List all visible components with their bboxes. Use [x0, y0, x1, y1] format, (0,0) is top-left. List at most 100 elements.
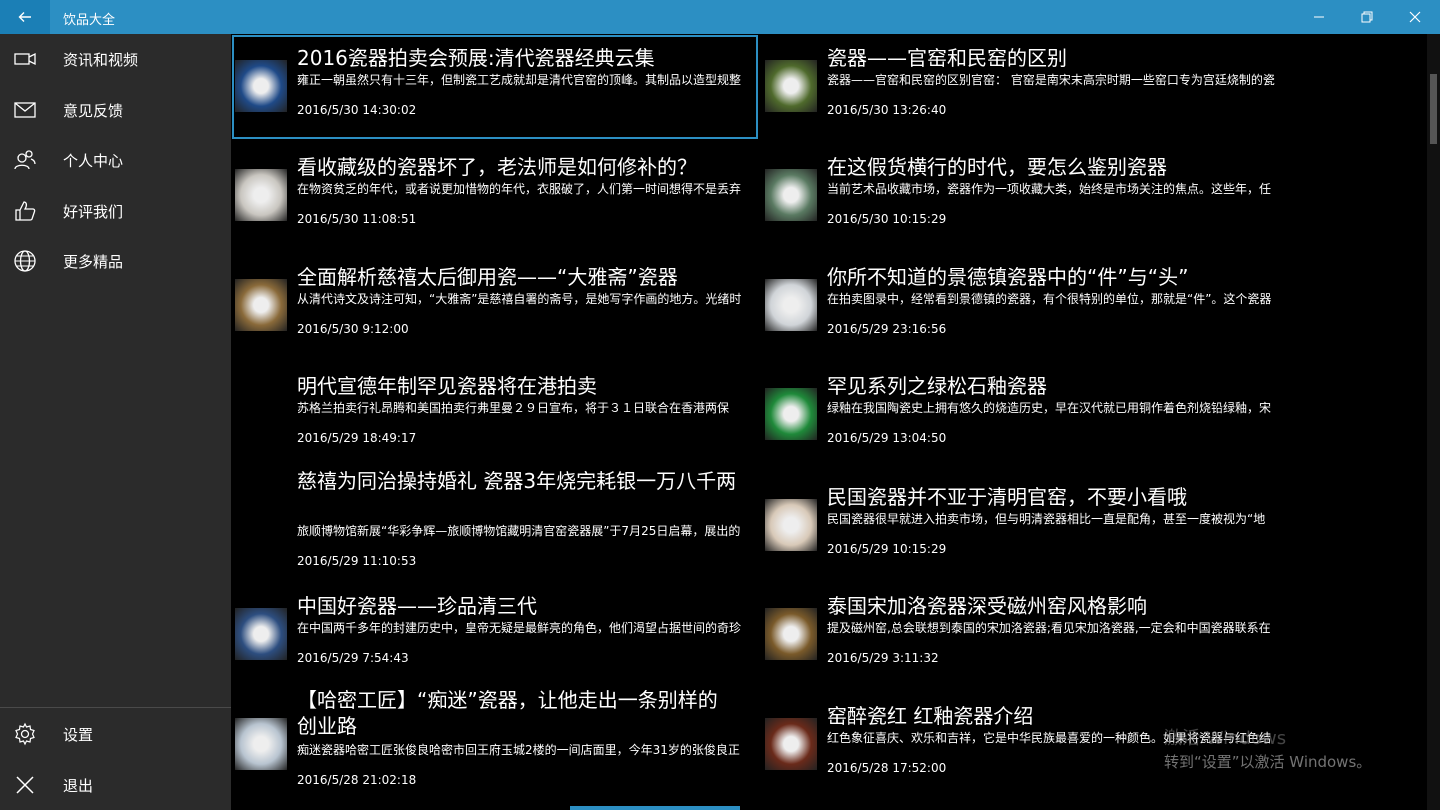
- article-date: 2016/5/29 11:10:53: [297, 554, 417, 568]
- article-date: 2016/5/30 9:12:00: [297, 322, 409, 336]
- globe-icon: [14, 250, 36, 272]
- article-date: 2016/5/29 10:15:29: [827, 542, 947, 556]
- article-thumbnail: [235, 279, 287, 331]
- article-date: 2016/5/28 17:52:00: [827, 761, 947, 775]
- article-title: 中国好瓷器——珍品清三代: [297, 594, 537, 618]
- activation-watermark: 激活 Windows: [1164, 728, 1287, 749]
- article-card[interactable]: 明代宣德年制罕见瓷器将在港拍卖 苏格兰拍卖行礼昂腾和美国拍卖行弗里曼２９日宣布，…: [232, 363, 758, 467]
- article-title: 看收藏级的瓷器坏了，老法师是如何修补的？: [297, 155, 697, 179]
- article-thumbnail: [235, 60, 287, 112]
- article-card[interactable]: 看收藏级的瓷器坏了，老法师是如何修补的？ 在物资贫乏的年代，或者说更加惜物的年代…: [232, 144, 758, 248]
- article-thumbnail: [765, 499, 817, 551]
- article-card[interactable]: 慈禧为同治操持婚礼 瓷器3年烧完耗银一万八千两 旅顺博物馆新展“华彩争辉—旅顺博…: [232, 465, 758, 578]
- sidebar-item-profile[interactable]: 个人中心: [0, 135, 231, 185]
- article-summary: 提及磁州窑,总会联想到泰国的宋加洛瓷器;看见宋加洛瓷器,一定会和中国瓷器联系在: [827, 621, 1271, 635]
- minimize-icon: [1314, 16, 1324, 18]
- article-date: 2016/5/30 14:30:02: [297, 103, 417, 117]
- vertical-scrollbar[interactable]: [1427, 34, 1440, 810]
- sidebar-item-label: 设置: [63, 725, 94, 744]
- back-button[interactable]: [0, 0, 50, 34]
- article-card[interactable]: 民国瓷器并不亚于清明官窑，不要小看哦 民国瓷器很早就进入拍卖市场，但与明清瓷器相…: [762, 474, 1288, 578]
- sidebar-item-label: 退出: [63, 776, 94, 795]
- sidebar-divider: [0, 707, 231, 708]
- video-camera-icon: [14, 52, 36, 66]
- article-title: 罕见系列之绿松石釉瓷器: [827, 374, 1047, 398]
- article-date: 2016/5/29 18:49:17: [297, 431, 417, 445]
- article-summary: 从清代诗文及诗注可知，“大雅斋”是慈禧自署的斋号，是她写字作画的地方。光绪时: [297, 292, 742, 306]
- article-thumbnail: [765, 388, 817, 440]
- article-thumbnail: [765, 608, 817, 660]
- article-date: 2016/5/29 13:04:50: [827, 431, 947, 445]
- article-card[interactable]: 泰国宋加洛瓷器深受磁州窑风格影响 提及磁州窑,总会联想到泰国的宋加洛瓷器;看见宋…: [762, 583, 1288, 687]
- article-summary: 旅顺博物馆新展“华彩争辉—旅顺博物馆藏明清官窑瓷器展”于7月25日启幕，展出的: [297, 524, 741, 538]
- article-card[interactable]: 瓷器——官窑和民窑的区别 瓷器——官窑和民窑的区别官窑： 官窑是南宋末高宗时期一…: [762, 35, 1288, 139]
- article-summary: 苏格兰拍卖行礼昂腾和美国拍卖行弗里曼２９日宣布，将于３１日联合在香港两保: [297, 401, 730, 415]
- article-card[interactable]: 你所不知道的景德镇瓷器中的“件”与“头” 在拍卖图录中，经常看到景德镇的瓷器，有…: [762, 254, 1288, 358]
- article-thumbnail: [765, 169, 817, 221]
- article-grid: 2016瓷器拍卖会预展:清代瓷器经典云集 雍正一朝虽然只有十三年，但制瓷工艺成就…: [231, 34, 1427, 810]
- sidebar: 资讯和视频 意见反馈 个人中心 好评我们 更多精品 设置 退出: [0, 34, 231, 810]
- article-date: 2016/5/28 21:02:18: [297, 773, 417, 787]
- article-date: 2016/5/29 23:16:56: [827, 322, 947, 336]
- close-window-button[interactable]: [1392, 0, 1438, 34]
- article-date: 2016/5/29 7:54:43: [297, 651, 409, 665]
- article-summary: 民国瓷器很早就进入拍卖市场，但与明清瓷器相比一直是配角，甚至一度被视为“地: [827, 512, 1266, 526]
- article-summary: 痴迷瓷器哈密工匠张俊良哈密市回王府玉城2楼的一间店面里，今年31岁的张俊良正: [297, 743, 740, 757]
- article-thumbnail: [235, 500, 287, 552]
- people-icon: [14, 150, 36, 170]
- close-icon: [1409, 11, 1421, 23]
- article-thumbnail: [765, 718, 817, 770]
- horizontal-scroll-indicator: [570, 806, 740, 810]
- arrow-left-icon: [18, 12, 31, 22]
- article-summary: 当前艺术品收藏市场，瓷器作为一项收藏大类，始终是市场关注的焦点。这些年，任: [827, 182, 1272, 196]
- article-thumbnail: [765, 60, 817, 112]
- article-card[interactable]: 【哈密工匠】“痴迷”瓷器，让他走出一条别样的创业路 痴迷瓷器哈密工匠张俊良哈密市…: [232, 684, 758, 800]
- title-bar: 饮品大全: [0, 0, 1440, 34]
- article-title: 在这假货横行的时代，要怎么鉴别瓷器: [827, 155, 1167, 179]
- article-thumbnail: [235, 169, 287, 221]
- article-summary: 在中国两千多年的封建历史中，皇帝无疑是最鲜亮的角色，他们渴望占据世间的奇珍: [297, 621, 742, 635]
- restore-button[interactable]: [1344, 0, 1390, 34]
- article-summary: 绿釉在我国陶瓷史上拥有悠久的烧造历史，早在汉代就已用铜作着色剂烧铅绿釉，宋: [827, 401, 1272, 415]
- article-thumbnail: [235, 608, 287, 660]
- activation-watermark-hint: 转到“设置”以激活 Windows。: [1164, 753, 1372, 771]
- sidebar-item-label: 好评我们: [63, 202, 124, 221]
- article-title: 明代宣德年制罕见瓷器将在港拍卖: [297, 374, 597, 398]
- article-card[interactable]: 2016瓷器拍卖会预展:清代瓷器经典云集 雍正一朝虽然只有十三年，但制瓷工艺成就…: [232, 35, 758, 139]
- sidebar-item-label: 意见反馈: [63, 101, 124, 120]
- restore-icon: [1361, 11, 1373, 23]
- article-summary: 雍正一朝虽然只有十三年，但制瓷工艺成就却是清代官窑的顶峰。其制品以造型规整: [297, 73, 742, 87]
- article-date: 2016/5/30 13:26:40: [827, 103, 947, 117]
- sidebar-item-exit[interactable]: 退出: [0, 760, 231, 810]
- article-card[interactable]: 中国好瓷器——珍品清三代 在中国两千多年的封建历史中，皇帝无疑是最鲜亮的角色，他…: [232, 583, 758, 687]
- article-card[interactable]: 罕见系列之绿松石釉瓷器 绿釉在我国陶瓷史上拥有悠久的烧造历史，早在汉代就已用铜作…: [762, 363, 1288, 467]
- article-thumbnail: [765, 279, 817, 331]
- article-date: 2016/5/29 3:11:32: [827, 651, 939, 665]
- close-icon: [16, 776, 34, 794]
- sidebar-item-news-video[interactable]: 资讯和视频: [0, 34, 231, 84]
- minimize-button[interactable]: [1296, 0, 1342, 34]
- article-title: 【哈密工匠】“痴迷”瓷器，让他走出一条别样的创业路: [297, 688, 718, 738]
- article-thumbnail: [235, 718, 287, 770]
- article-summary: 瓷器——官窑和民窑的区别官窑： 官窑是南宋末高宗时期一些窑口专为宫廷烧制的瓷: [827, 73, 1275, 87]
- sidebar-item-settings[interactable]: 设置: [0, 709, 231, 759]
- article-card[interactable]: 在这假货横行的时代，要怎么鉴别瓷器 当前艺术品收藏市场，瓷器作为一项收藏大类，始…: [762, 144, 1288, 248]
- gear-icon: [15, 722, 35, 746]
- app-title: 饮品大全: [63, 13, 116, 28]
- article-card[interactable]: 全面解析慈禧太后御用瓷——“大雅斋”瓷器 从清代诗文及诗注可知，“大雅斋”是慈禧…: [232, 254, 758, 358]
- article-title: 民国瓷器并不亚于清明官窑，不要小看哦: [827, 485, 1187, 509]
- sidebar-item-label: 更多精品: [63, 252, 124, 271]
- sidebar-item-more-apps[interactable]: 更多精品: [0, 236, 231, 286]
- mail-icon: [14, 102, 36, 118]
- article-summary: 在拍卖图录中，经常看到景德镇的瓷器，有个很特别的单位，那就是“件”。这个瓷器: [827, 292, 1272, 306]
- article-title: 瓷器——官窑和民窑的区别: [827, 46, 1067, 70]
- scrollbar-thumb[interactable]: [1430, 74, 1437, 144]
- article-title: 你所不知道的景德镇瓷器中的“件”与“头”: [827, 265, 1189, 289]
- sidebar-item-label: 资讯和视频: [63, 50, 139, 69]
- sidebar-item-feedback[interactable]: 意见反馈: [0, 85, 231, 135]
- article-thumbnail: [235, 388, 287, 440]
- article-date: 2016/5/30 10:15:29: [827, 212, 947, 226]
- sidebar-item-rate-us[interactable]: 好评我们: [0, 186, 231, 236]
- article-title: 泰国宋加洛瓷器深受磁州窑风格影响: [827, 594, 1147, 618]
- article-date: 2016/5/30 11:08:51: [297, 212, 417, 226]
